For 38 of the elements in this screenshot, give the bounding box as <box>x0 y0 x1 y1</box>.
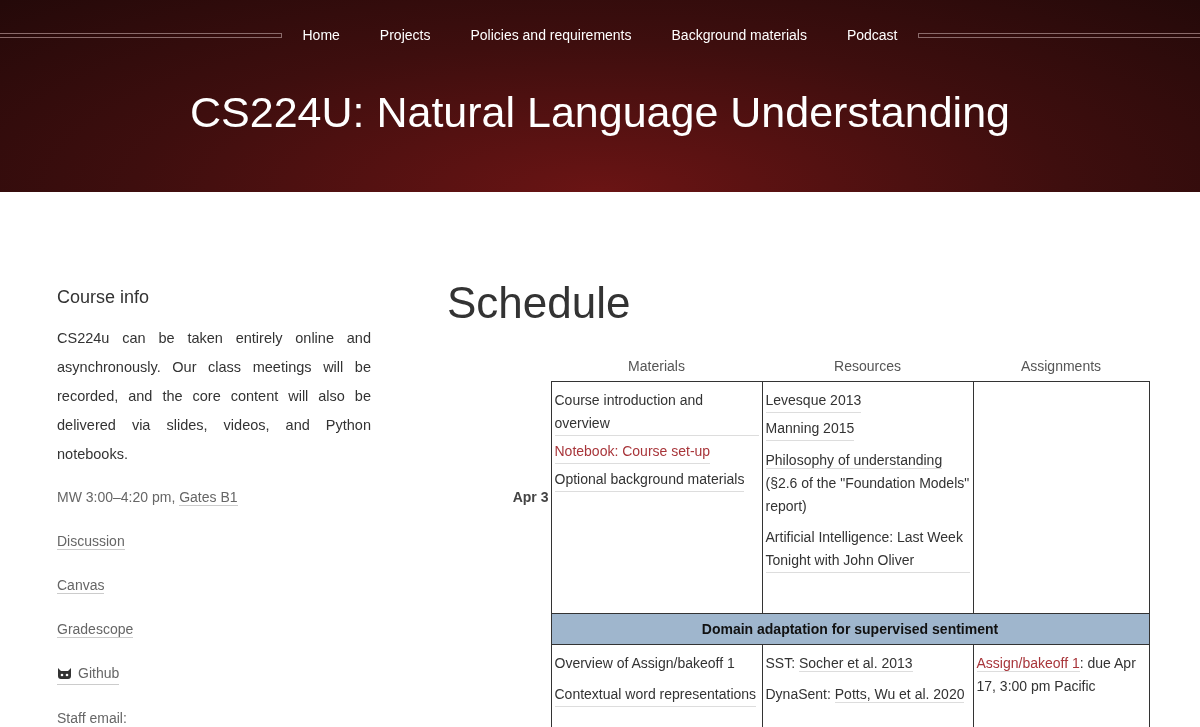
page-title: CS224U: Natural Language Understanding <box>190 87 1010 138</box>
column-header: Materials <box>551 355 762 382</box>
link[interactable]: Philosophy of understanding <box>765 452 943 469</box>
schedule-heading: Schedule <box>447 277 632 329</box>
entry-text: SST: Socher et al. 2013 <box>765 654 914 674</box>
link[interactable]: Gates B1 <box>179 489 238 506</box>
link[interactable]: Discussion <box>57 533 125 550</box>
link[interactable]: Assign/bakeoff 1 <box>976 655 1080 672</box>
link[interactable]: Socher et al. 2013 <box>798 655 913 672</box>
section-row: Domain adaptation for supervised sentiment <box>551 613 1149 645</box>
column-header: Assignments <box>973 355 1149 382</box>
entry-text: Assign/bakeoff 1: due Apr 17, 3:00 pm Pacific <box>976 654 1137 696</box>
nav-link[interactable]: Projects <box>379 24 431 46</box>
staff-email-label: Staff email: <box>57 709 128 727</box>
link[interactable]: Notebook: Course set-up <box>554 440 711 464</box>
course-description: CS224u can be taken entirely online and asynchronously. Our class meetings will be recorded, and the core content will also be delivered via slides, videos, and Python notebooks. <box>57 329 371 464</box>
entry-text: DynaSent: Potts, Wu et al. 2020 <box>765 685 966 705</box>
link[interactable]: Optional background materials <box>554 468 745 492</box>
nav-link[interactable]: Background materials <box>671 24 807 46</box>
link[interactable]: Artificial Intelligence: Last Week Tonight with John Oliver <box>765 526 970 573</box>
link[interactable]: Course introduction and overview <box>554 389 759 436</box>
meeting-info: MW 3:00–4:20 pm, Gates B1 <box>57 488 239 508</box>
date-label: Apr 3 <box>512 489 549 505</box>
entry-text: Overview of Assign/bakeoff 1 <box>554 654 736 673</box>
link[interactable]: Potts, Wu et al. 2020 <box>834 686 965 703</box>
link[interactable]: Canvas <box>57 577 105 594</box>
entry-text: Philosophy of understanding (§2.6 of the "Foundation Models" report) <box>765 451 970 516</box>
nav-link[interactable]: Podcast <box>846 24 898 46</box>
github-link[interactable]: Github <box>57 662 120 685</box>
link[interactable]: Contextual word representations <box>554 683 757 707</box>
link[interactable]: Gradescope <box>57 621 134 638</box>
link[interactable]: Levesque 2013 <box>765 389 862 413</box>
nav-link[interactable]: Home <box>302 24 340 46</box>
link[interactable]: Manning 2015 <box>765 417 855 441</box>
column-header: Resources <box>762 355 973 382</box>
sidebar-heading: Course info <box>57 286 151 309</box>
nav-link[interactable]: Policies and requirements <box>470 24 632 46</box>
cat-icon <box>57 666 72 680</box>
